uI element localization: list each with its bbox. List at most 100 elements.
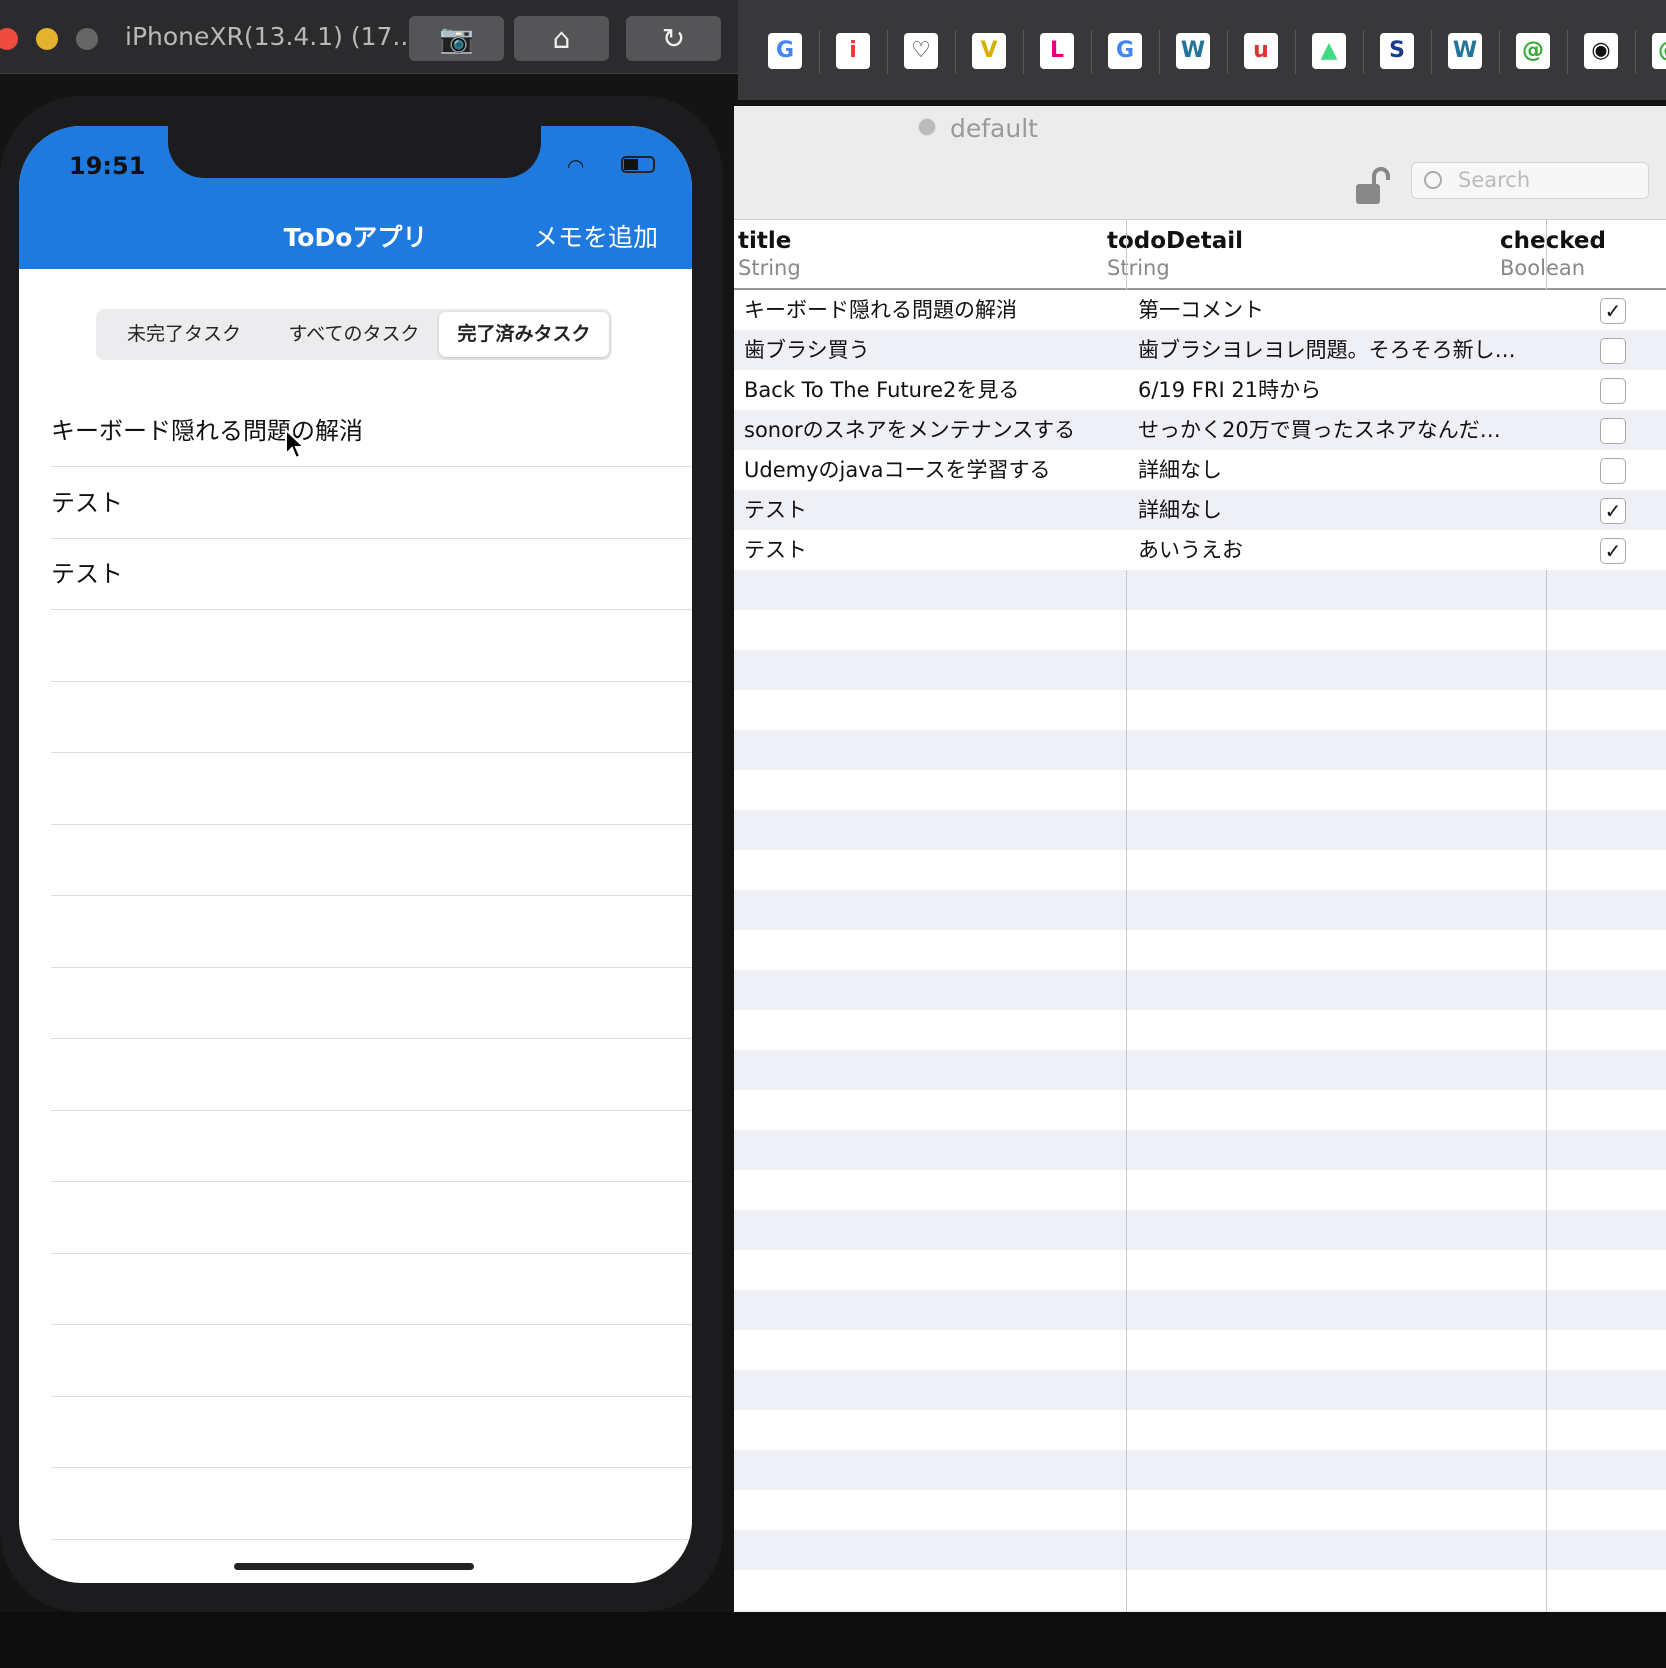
bookmark-icon[interactable]: G xyxy=(1108,33,1142,69)
bookmark-icon[interactable]: i xyxy=(836,33,870,69)
bookmark-separator xyxy=(1227,30,1228,74)
detail-cell[interactable]: せっかく20万で買ったスネアなんだ… xyxy=(1138,410,1538,450)
notch xyxy=(168,126,541,178)
todo-list-row xyxy=(51,968,692,1039)
checkmark-icon: ✓ xyxy=(1604,499,1622,523)
title-cell[interactable]: キーボード隠れる問題の解消 xyxy=(744,290,1120,330)
task-filter-segmented-control: 未完了タスク すべてのタスク 完了済みタスク xyxy=(96,309,612,360)
bookmark-separator xyxy=(1091,30,1092,74)
close-window-button[interactable] xyxy=(0,28,18,50)
bookmark-icon[interactable]: ♡ xyxy=(904,33,938,69)
bookmark-separator xyxy=(1363,30,1364,74)
todo-list-row xyxy=(51,1469,692,1540)
todo-list-row xyxy=(51,1397,692,1468)
detail-cell[interactable]: 詳細なし xyxy=(1138,450,1538,490)
bookmark-separator xyxy=(1567,30,1568,74)
detail-cell[interactable]: あいうえお xyxy=(1138,530,1538,570)
realm-name: default xyxy=(950,114,1038,143)
title-cell[interactable]: sonorのスネアをメンテナンスする xyxy=(744,410,1120,450)
checked-checkbox[interactable] xyxy=(1600,458,1626,484)
checked-checkbox[interactable] xyxy=(1600,378,1626,404)
bookmark-separator xyxy=(1023,30,1024,74)
bookmark-separator xyxy=(1499,30,1500,74)
title-cell[interactable]: Back To The Future2を見る xyxy=(744,370,1120,410)
iphone-screen: 19:51 ◠ ToDoアプリ メモを追加 未完了タスク すべてのタスク 完了済… xyxy=(19,126,692,1583)
segment-all[interactable]: すべてのタスク xyxy=(269,312,439,357)
search-placeholder: Search xyxy=(1458,168,1531,192)
unlock-icon[interactable] xyxy=(1356,166,1390,206)
bookmark-icon[interactable]: W xyxy=(1176,33,1210,69)
realm-browser: default Search title String todoDetail Stri… xyxy=(734,106,1666,1612)
add-memo-button[interactable]: メモを追加 xyxy=(533,218,658,254)
search-input[interactable]: Search xyxy=(1411,162,1649,199)
todo-list-row xyxy=(51,1040,692,1111)
rotate-button[interactable]: ↻ xyxy=(626,16,721,61)
camera-icon: 📷 xyxy=(439,22,474,55)
todo-list-row[interactable]: テスト xyxy=(51,539,692,610)
simulator-titlebar: iPhoneXR(13.4.1) (17... 📷 ⌂ ↻ xyxy=(0,0,738,74)
todo-list-row xyxy=(51,1183,692,1254)
simulator-title: iPhoneXR(13.4.1) (17... xyxy=(125,22,417,51)
table-row[interactable]: sonorのスネアをメンテナンスする せっかく20万で買ったスネアなんだ… xyxy=(734,410,1666,450)
battery-icon xyxy=(621,156,655,173)
todo-list-row xyxy=(51,1111,692,1182)
detail-cell[interactable]: 詳細なし xyxy=(1138,490,1538,530)
wifi-icon: ◠ xyxy=(567,154,585,178)
segment-completed[interactable]: 完了済みタスク xyxy=(439,312,609,357)
segment-incomplete[interactable]: 未完了タスク xyxy=(99,312,269,357)
table-row[interactable]: キーボード隠れる問題の解消 第一コメント ✓ xyxy=(734,290,1666,330)
bookmark-separator xyxy=(1635,30,1636,74)
todo-list-row xyxy=(51,611,692,682)
detail-cell[interactable]: 6/19 FRI 21時から xyxy=(1138,370,1538,410)
bookmark-separator xyxy=(819,30,820,74)
home-button[interactable]: ⌂ xyxy=(514,16,609,61)
bookmarks-bar: Gi♡VLGWu▲SW@◉@ xyxy=(738,0,1666,100)
checked-checkbox[interactable] xyxy=(1600,418,1626,444)
checked-checkbox[interactable]: ✓ xyxy=(1600,298,1626,324)
checked-checkbox[interactable] xyxy=(1600,338,1626,364)
zoom-window-button[interactable] xyxy=(76,28,98,50)
todo-list-row[interactable]: テスト xyxy=(51,468,692,539)
table-row[interactable]: テスト 詳細なし ✓ xyxy=(734,490,1666,530)
table-header: title String todoDetail String checked Boolea… xyxy=(734,220,1666,290)
bookmark-separator xyxy=(1295,30,1296,74)
table-row[interactable]: Udemyのjavaコースを学習する 詳細なし xyxy=(734,450,1666,490)
bookmark-icon[interactable]: ▲ xyxy=(1312,33,1346,69)
todo-list-row[interactable]: キーボード隠れる問題の解消 xyxy=(51,396,692,467)
checked-checkbox[interactable]: ✓ xyxy=(1600,498,1626,524)
column-header-checked[interactable]: checked xyxy=(1500,228,1606,254)
title-cell[interactable]: 歯ブラシ買う xyxy=(744,330,1120,370)
bookmark-icon[interactable]: V xyxy=(972,33,1006,69)
detail-cell[interactable]: 歯ブラシヨレヨレ問題。そろそろ新し… xyxy=(1138,330,1538,370)
realm-toolbar: default Search xyxy=(734,106,1666,220)
table-row[interactable]: 歯ブラシ買う 歯ブラシヨレヨレ問題。そろそろ新し… xyxy=(734,330,1666,370)
column-type: String xyxy=(738,256,801,280)
home-indicator[interactable] xyxy=(234,1563,474,1570)
title-cell[interactable]: テスト xyxy=(744,490,1120,530)
column-type: String xyxy=(1107,256,1170,280)
table-row[interactable]: テスト あいうえお ✓ xyxy=(734,530,1666,570)
bookmark-icon[interactable]: u xyxy=(1244,33,1278,69)
title-cell[interactable]: Udemyのjavaコースを学習する xyxy=(744,450,1120,490)
bookmark-icon[interactable]: W xyxy=(1448,33,1482,69)
bookmark-icon[interactable]: G xyxy=(768,33,802,69)
column-header-todoDetail[interactable]: todoDetail xyxy=(1107,228,1243,254)
minimize-window-button[interactable] xyxy=(36,28,58,50)
title-cell[interactable]: テスト xyxy=(744,530,1120,570)
rotate-icon: ↻ xyxy=(661,22,686,55)
bookmark-icon[interactable]: @ xyxy=(1652,33,1666,69)
bookmark-icon[interactable]: S xyxy=(1380,33,1414,69)
screenshot-button[interactable]: 📷 xyxy=(409,16,504,61)
todo-list-row xyxy=(51,897,692,968)
detail-cell[interactable]: 第一コメント xyxy=(1138,290,1538,330)
bookmark-icon[interactable]: ◉ xyxy=(1584,33,1618,69)
table-row[interactable]: Back To The Future2を見る 6/19 FRI 21時から xyxy=(734,370,1666,410)
checkmark-icon: ✓ xyxy=(1604,299,1622,323)
bookmark-separator xyxy=(1431,30,1432,74)
column-type: Boolean xyxy=(1500,256,1586,280)
bookmark-icon[interactable]: L xyxy=(1040,33,1074,69)
bookmark-icon[interactable]: @ xyxy=(1516,33,1550,69)
column-header-title[interactable]: title xyxy=(738,228,791,254)
checkmark-icon: ✓ xyxy=(1604,539,1622,563)
checked-checkbox[interactable]: ✓ xyxy=(1600,538,1626,564)
